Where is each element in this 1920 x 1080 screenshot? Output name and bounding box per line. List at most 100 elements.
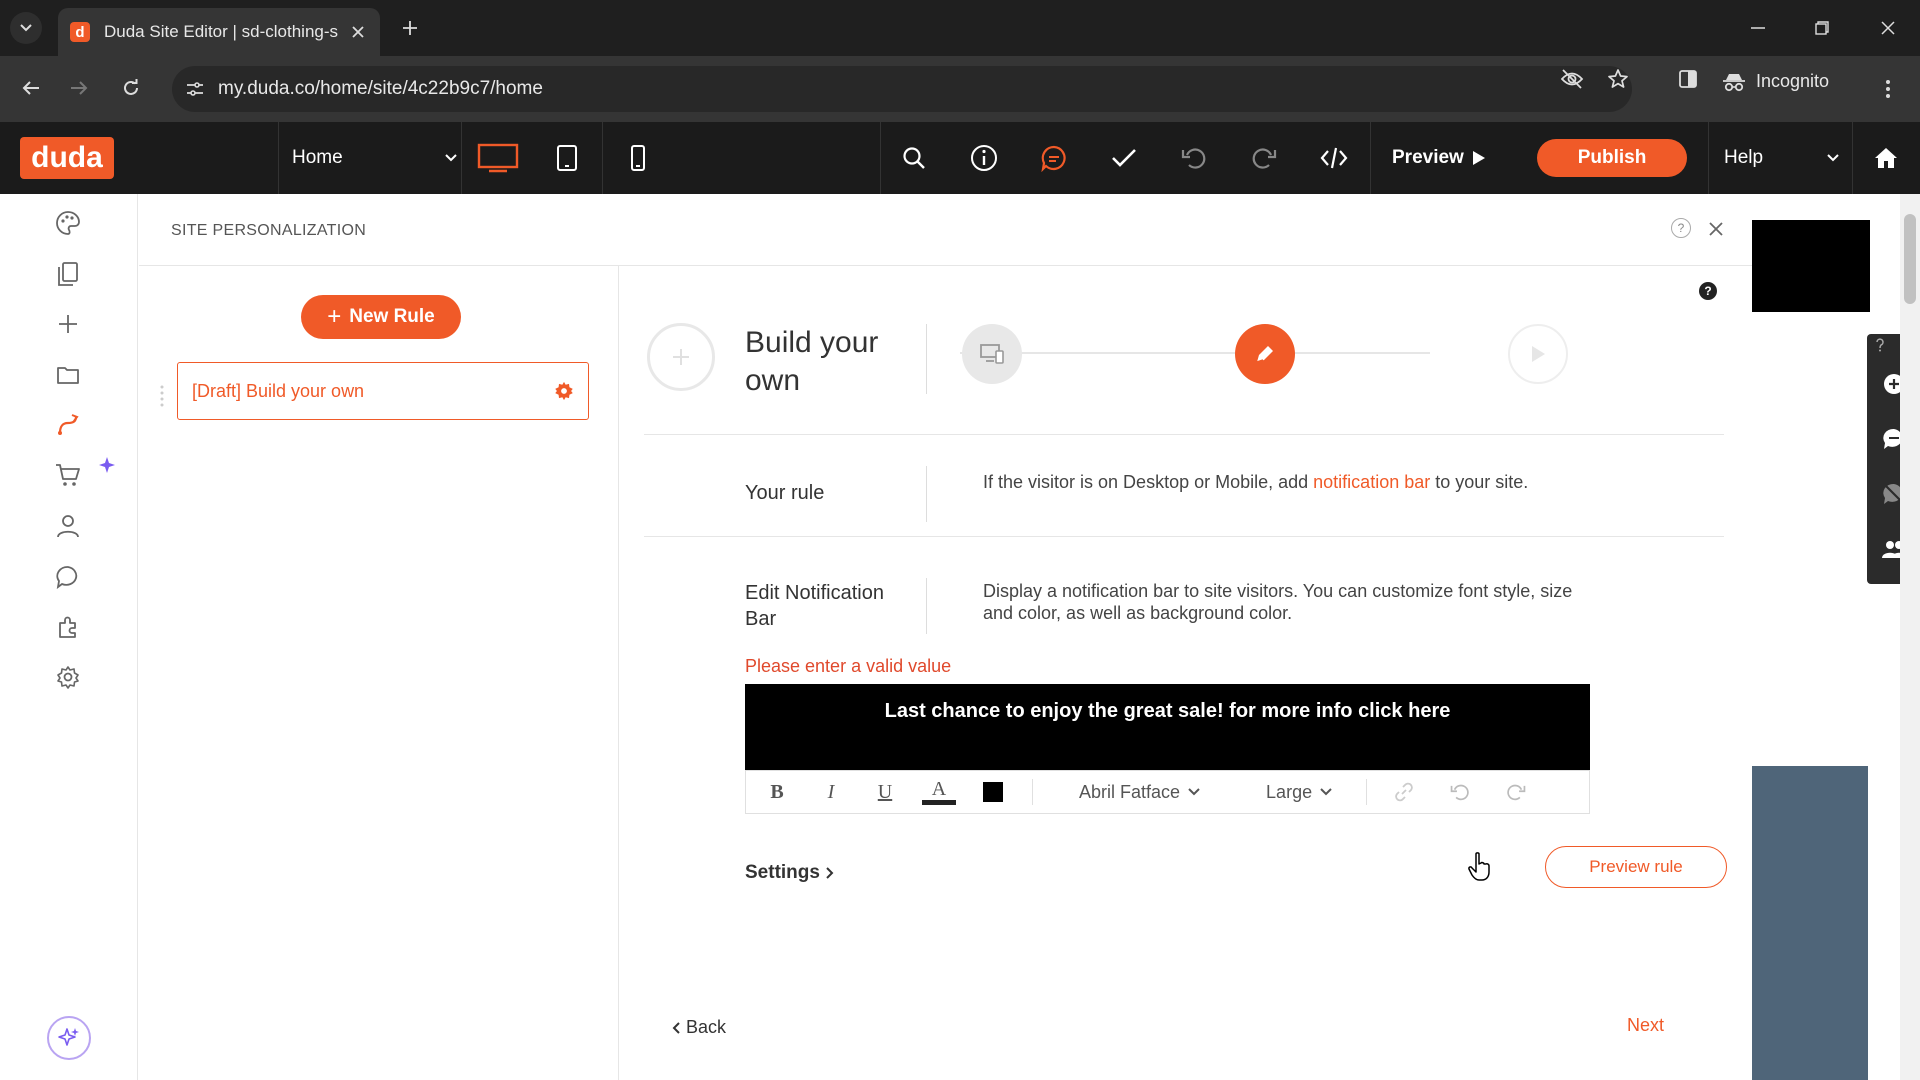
redo-icon[interactable]	[1246, 140, 1282, 176]
panel-title: SITE PERSONALIZATION	[171, 222, 367, 239]
undo-icon[interactable]	[1445, 777, 1475, 807]
redo-icon[interactable]	[1501, 777, 1531, 807]
font-family-value: Abril Fatface	[1079, 781, 1181, 802]
close-icon[interactable]	[1707, 220, 1725, 238]
omnibox[interactable]: my.duda.co/home/site/4c22b9c7/home	[172, 66, 1632, 112]
minimize-icon[interactable]	[1742, 12, 1774, 44]
divider	[926, 466, 927, 522]
settings-link[interactable]: Settings	[745, 862, 834, 884]
help-label: Help	[1724, 147, 1764, 168]
duda-logo[interactable]: duda	[20, 137, 114, 179]
new-tab-icon[interactable]	[396, 14, 424, 42]
bold-button[interactable]: B	[762, 777, 792, 807]
scrollbar-thumb[interactable]	[1904, 214, 1916, 304]
browser-tab[interactable]: d Duda Site Editor | sd-clothing-s	[58, 8, 380, 56]
info-icon[interactable]	[966, 140, 1002, 176]
font-family-select[interactable]: Abril Fatface	[1079, 782, 1200, 803]
question-icon[interactable]	[1875, 338, 1885, 352]
developer-code-icon[interactable]	[1316, 140, 1352, 176]
incognito-indicator[interactable]: Incognito	[1722, 71, 1829, 92]
list-item[interactable]: [Draft] Build your own	[177, 362, 589, 420]
widget-icon[interactable]	[53, 612, 83, 642]
font-size-value: Large	[1266, 781, 1313, 802]
reload-icon[interactable]	[114, 71, 148, 105]
window-close-icon[interactable]	[1872, 12, 1904, 44]
drag-handle-icon[interactable]	[159, 384, 165, 408]
background-color-button[interactable]	[978, 777, 1008, 807]
side-panel-icon[interactable]	[1674, 65, 1702, 93]
palette-icon[interactable]	[53, 208, 83, 238]
link-icon[interactable]	[1389, 777, 1419, 807]
checkmark-icon[interactable]	[1106, 140, 1142, 176]
publish-button[interactable]: Publish	[1537, 139, 1687, 177]
back-label: Back	[686, 1017, 727, 1037]
home-icon[interactable]	[1868, 140, 1904, 176]
comments-icon[interactable]	[1036, 140, 1072, 176]
step-preview[interactable]	[1508, 324, 1568, 384]
underline-button[interactable]: U	[870, 777, 900, 807]
duda-favicon-icon: d	[70, 22, 90, 42]
desktop-view-icon[interactable]	[476, 140, 520, 176]
pages-icon[interactable]	[53, 259, 83, 289]
notification-text[interactable]: Last chance to enjoy the great sale! for…	[885, 700, 1451, 770]
back-button[interactable]: Back	[672, 1017, 726, 1038]
folder-icon[interactable]	[53, 360, 83, 390]
editor-toolbar: duda Home Preview Publish Help	[0, 122, 1920, 194]
add-step-icon	[647, 323, 715, 391]
step-trigger[interactable]	[962, 324, 1022, 384]
notification-bar-link[interactable]: notification bar	[1313, 472, 1430, 492]
divider	[644, 536, 1724, 537]
help-icon[interactable]: ?	[1699, 282, 1717, 300]
next-button[interactable]: Next	[1627, 1015, 1664, 1036]
new-rule-button[interactable]: + New Rule	[301, 295, 461, 339]
restore-icon[interactable]	[1806, 12, 1838, 44]
preview-label: Preview	[1392, 147, 1464, 168]
device-trigger-icon	[980, 344, 1004, 364]
chat-icon[interactable]	[53, 562, 83, 592]
cart-icon[interactable]	[53, 460, 83, 490]
help-icon[interactable]: ?	[1671, 218, 1691, 238]
tablet-view-icon[interactable]	[549, 140, 585, 176]
gear-icon[interactable]	[554, 381, 574, 401]
ai-assistant-button[interactable]	[47, 1016, 91, 1060]
canvas-header-block	[1752, 220, 1870, 312]
personalization-icon[interactable]	[53, 410, 83, 440]
ai-sparkle-icon	[58, 1028, 79, 1046]
divider	[644, 434, 1724, 435]
hand-cursor-icon	[1468, 852, 1490, 881]
page-select[interactable]: Home	[278, 122, 458, 194]
editor-sidebar	[0, 194, 138, 1080]
search-icon[interactable]	[896, 140, 932, 176]
plus-icon: +	[327, 303, 342, 330]
panel-header: SITE PERSONALIZATION ?	[139, 194, 1752, 266]
undo-icon[interactable]	[1176, 140, 1212, 176]
browser-address-bar: my.duda.co/home/site/4c22b9c7/home Incog…	[0, 56, 1920, 122]
step-action[interactable]	[1235, 324, 1295, 384]
preview-rule-button[interactable]: Preview rule	[1545, 846, 1727, 888]
incognito-label: Incognito	[1756, 71, 1830, 91]
scrollbar[interactable]	[1900, 194, 1920, 1080]
user-icon[interactable]	[53, 511, 83, 541]
rules-list: + New Rule [Draft] Build your own	[139, 266, 619, 1080]
site-info-icon[interactable]	[186, 81, 204, 97]
back-arrow-icon[interactable]	[14, 71, 48, 105]
font-size-select[interactable]: Large	[1266, 782, 1332, 803]
text-color-button[interactable]: A	[922, 777, 956, 807]
forward-arrow-icon[interactable]	[62, 71, 96, 105]
mobile-view-icon[interactable]	[620, 140, 656, 176]
play-icon	[1472, 151, 1485, 165]
kebab-menu-icon[interactable]	[1874, 75, 1902, 103]
preview-button[interactable]: Preview	[1392, 122, 1486, 194]
eye-off-icon[interactable]	[1558, 65, 1586, 93]
stepper-line	[960, 352, 1430, 354]
bookmark-star-icon[interactable]	[1604, 65, 1632, 93]
tab-search-button[interactable]	[10, 12, 42, 44]
add-icon[interactable]	[53, 309, 83, 339]
divider	[1032, 779, 1033, 805]
text-format-toolbar: B I U A Abril Fatface Large	[745, 770, 1590, 814]
italic-button[interactable]: I	[816, 777, 846, 807]
notification-bar-editor[interactable]: Last chance to enjoy the great sale! for…	[745, 684, 1590, 770]
settings-icon[interactable]	[53, 662, 83, 692]
tab-close-icon[interactable]	[348, 22, 368, 42]
help-dropdown[interactable]: Help	[1724, 122, 1840, 194]
